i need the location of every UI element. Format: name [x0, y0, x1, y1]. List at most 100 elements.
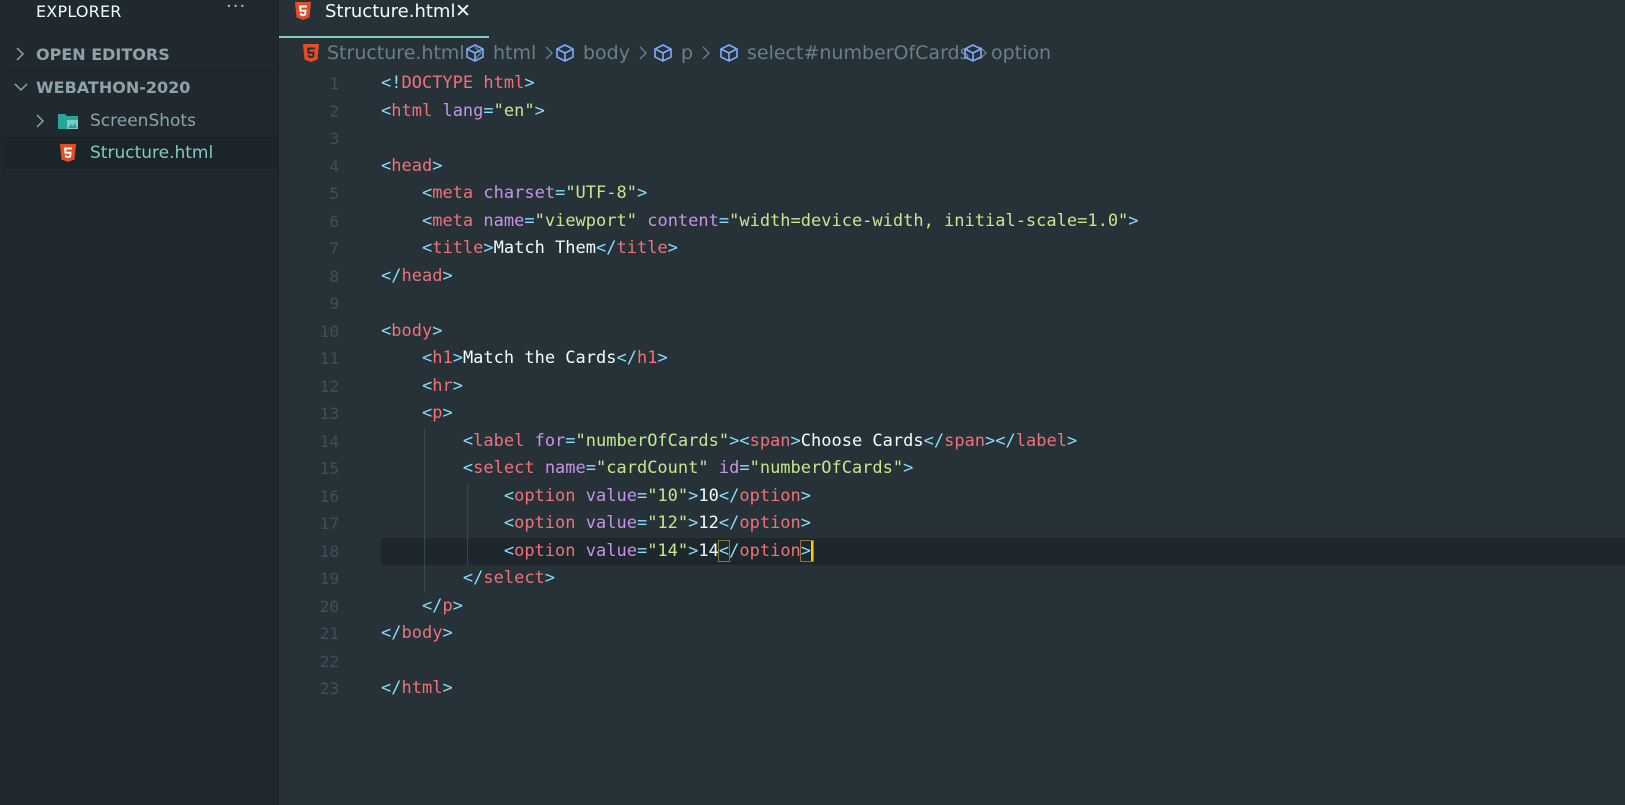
symbol-element-icon	[653, 42, 673, 64]
breadcrumb-item[interactable]: option	[963, 42, 1051, 64]
code-line[interactable]: 13 <p>	[279, 400, 1625, 428]
code-text: <p>	[421, 403, 453, 423]
close-icon[interactable]: ✕	[455, 0, 471, 22]
symbol-element-icon	[719, 42, 739, 64]
open-editors-section[interactable]: OPEN EDITORS	[6, 38, 278, 71]
code-line[interactable]: 20 </p>	[279, 593, 1625, 621]
breadcrumb-item[interactable]: p	[653, 42, 711, 64]
open-editors-label: OPEN EDITORS	[36, 45, 170, 64]
tab-structure-html[interactable]: Structure.html ✕	[279, 0, 489, 38]
code-line[interactable]: 11 <h1>Match the Cards</h1>	[279, 345, 1625, 373]
code-text: <!DOCTYPE html>	[381, 73, 535, 93]
code-text: <option value="10">10</option>	[503, 485, 812, 506]
tree-item-label: Structure.html	[90, 143, 214, 163]
editor-area: Structure.html ✕ Structure.html html body p…	[279, 0, 1625, 805]
line-number: 20	[319, 596, 339, 616]
code-line[interactable]: 8 </head>	[279, 263, 1625, 291]
code-line[interactable]: 17 <option value="12">12</option>	[279, 510, 1625, 538]
chevron-right-icon	[14, 46, 26, 66]
line-number: 7	[329, 239, 339, 258]
line-number: 1	[329, 74, 339, 93]
code-text: </select>	[462, 568, 556, 588]
symbol-element-icon	[963, 42, 983, 64]
breadcrumb-label: html	[493, 42, 537, 64]
code-text: <meta name="viewport" content="width=dev…	[421, 210, 1139, 231]
code-text: <head>	[381, 155, 443, 176]
code-line[interactable]: 4 <head>	[279, 153, 1625, 181]
code-text: <select name="cardCount" id="numberOfCar…	[462, 458, 914, 478]
code-line[interactable]: 7 <title>Match Them</title>	[279, 235, 1625, 263]
code-line[interactable]: 1 <!DOCTYPE html>	[279, 70, 1625, 98]
line-number: 9	[329, 294, 339, 313]
code-text: <option value="14">14</option>	[503, 539, 815, 562]
line-number: 6	[329, 211, 339, 231]
line-number: 16	[319, 486, 339, 506]
line-number: 14	[319, 431, 339, 451]
line-number: 22	[319, 651, 339, 671]
code-text: </p>	[421, 595, 463, 616]
breadcrumb-separator-icon	[638, 42, 648, 64]
code-line[interactable]: 3	[279, 125, 1625, 153]
breadcrumb-label: Structure.html	[327, 42, 465, 64]
code-line[interactable]: 22	[279, 648, 1625, 676]
breadcrumb-label: body	[583, 42, 630, 64]
code-text: <html lang="en">	[381, 100, 545, 121]
code-text: </html>	[381, 678, 453, 698]
more-actions-icon[interactable]: ···	[226, 0, 246, 17]
code-line[interactable]: 10 <body>	[279, 318, 1625, 346]
code-line[interactable]: 5 <meta charset="UTF-8">	[279, 180, 1625, 208]
indent-guide	[467, 482, 469, 565]
line-number: 13	[319, 404, 339, 423]
code-text: <hr>	[421, 375, 463, 396]
line-number: 8	[329, 266, 339, 286]
breadcrumb-item[interactable]: Structure.html	[303, 42, 483, 64]
images-folder-icon	[58, 112, 80, 135]
explorer-header: EXPLORER ···	[6, 0, 278, 26]
breadcrumb: Structure.html html body p select#numberOfCa…	[279, 38, 1625, 70]
breadcrumb-label: p	[681, 42, 694, 64]
breadcrumb-item[interactable]: html	[465, 42, 554, 64]
line-number: 11	[319, 349, 339, 368]
breadcrumb-separator-icon	[701, 42, 711, 64]
code-line[interactable]: 23 </html>	[279, 675, 1625, 703]
line-number: 5	[329, 184, 339, 203]
chevron-down-icon	[14, 79, 28, 98]
code-line[interactable]: 14 <label for="numberOfCards"><span>Choo…	[279, 428, 1625, 456]
line-number: 3	[329, 129, 339, 148]
line-number: 12	[319, 376, 339, 396]
tree-item-structure-html[interactable]: Structure.html	[6, 137, 278, 169]
code-line[interactable]: 21 </body>	[279, 620, 1625, 648]
line-number: 21	[319, 624, 339, 643]
workspace-folder-section[interactable]: WEBATHON-2020	[6, 71, 278, 103]
chevron-right-icon	[34, 113, 46, 134]
code-line[interactable]: 19 </select>	[279, 565, 1625, 593]
html5-file-icon	[303, 42, 319, 64]
code-line[interactable]: 2 <html lang="en">	[279, 98, 1625, 126]
breadcrumb-item[interactable]: select#numberOfCards	[719, 42, 988, 64]
code-text: <h1>Match the Cards</h1>	[421, 348, 668, 368]
tree-item-screenshots-folder[interactable]: ScreenShots	[6, 105, 278, 137]
tab-label: Structure.html	[325, 1, 456, 22]
tab-bar: Structure.html ✕	[279, 0, 1625, 38]
code-line[interactable]: 9	[279, 290, 1625, 318]
code-line[interactable]: 12 <hr>	[279, 373, 1625, 401]
line-number: 17	[319, 514, 339, 533]
line-number: 2	[329, 101, 339, 121]
code-text: <label for="numberOfCards"><span>Choose …	[462, 430, 1078, 451]
code-line[interactable]: 18 <option value="14">14</option>	[279, 538, 1625, 566]
html5-file-icon	[295, 2, 311, 24]
line-number: 10	[319, 321, 339, 341]
code-line[interactable]: 6 <meta name="viewport" content="width=d…	[279, 208, 1625, 236]
symbol-element-icon	[555, 42, 575, 64]
html5-file-icon	[60, 144, 76, 167]
breadcrumb-item[interactable]: body	[555, 42, 648, 64]
workspace-folder-label: WEBATHON-2020	[36, 78, 191, 97]
code-line[interactable]: 16 <option value="10">10</option>	[279, 483, 1625, 511]
code-text: <body>	[381, 320, 443, 341]
tree-item-label: ScreenShots	[90, 111, 196, 131]
code-line[interactable]: 15 <select name="cardCount" id="numberOf…	[279, 455, 1625, 483]
code-text: <option value="12">12</option>	[503, 513, 812, 533]
explorer-sidebar: EXPLORER ··· OPEN EDITORS WEBATHON-2020 …	[6, 0, 279, 805]
line-number: 4	[329, 156, 339, 176]
code-text: <meta charset="UTF-8">	[421, 183, 648, 203]
